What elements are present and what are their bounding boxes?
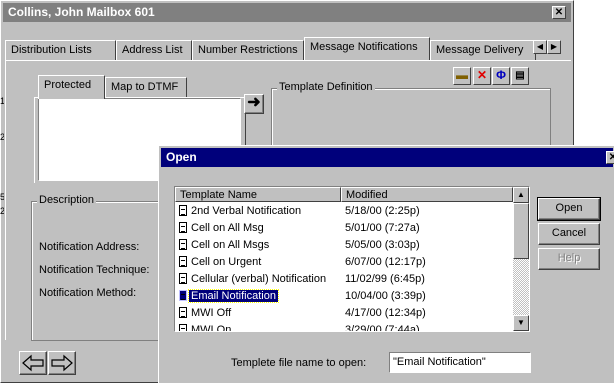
tab-message-notifications[interactable]: Message Notifications <box>304 37 430 60</box>
tab-label: Address List <box>122 44 183 56</box>
open-button-label: Open <box>555 202 583 214</box>
subtab-label: Protected <box>44 79 92 91</box>
notification-technique-label: Notification Technique: <box>39 264 150 276</box>
tab-label: Number Restrictions <box>198 44 298 56</box>
help-button-label: Help <box>557 252 581 264</box>
tab-label: Distribution Lists <box>11 44 92 56</box>
cancel-button-label: Cancel <box>551 227 587 239</box>
list-item[interactable]: Cellular (verbal) Notification 11/02/99 (… <box>179 271 425 287</box>
template-modified: 5/05/00 (3:03p) <box>345 239 420 251</box>
template-file-icon <box>179 222 187 233</box>
subtab-label: Map to DTMF <box>111 81 179 93</box>
forward-arrow-icon <box>51 354 73 372</box>
scroll-thumb[interactable] <box>513 203 529 259</box>
template-file-icon <box>179 239 187 250</box>
list-item[interactable]: Cell on All Msgs 5/05/00 (3:03p) <box>179 237 420 253</box>
notes-icon[interactable]: ▤ <box>511 67 529 85</box>
tab-address-list[interactable]: Address List <box>116 40 192 60</box>
template-modified: 5/18/00 (2:25p) <box>345 205 420 217</box>
open-dialog-title: Open <box>166 150 197 164</box>
list-item[interactable]: 2nd Verbal Notification 5/18/00 (2:25p) <box>179 203 420 219</box>
template-modified: 11/02/99 (6:45p) <box>345 273 425 285</box>
close-icon: ✕ <box>554 7 564 18</box>
template-name: MWI On <box>191 324 232 332</box>
template-file-icon <box>179 307 187 318</box>
margin-mark: 2 <box>0 132 4 142</box>
main-window-titlebar: Collins, John Mailbox 601 <box>3 3 571 22</box>
delete-x-icon[interactable]: ✕ <box>473 67 491 85</box>
template-name: Email Notification <box>188 289 279 303</box>
back-arrow-icon <box>22 354 44 372</box>
open-dialog-close-button[interactable]: ✕ <box>606 151 614 164</box>
filename-input[interactable]: "Email Notification" <box>389 352 531 373</box>
margin-mark: 5 <box>0 192 4 202</box>
template-name: MWI Off <box>191 307 232 319</box>
template-modified: 3/29/00 (7:44a) <box>345 324 420 332</box>
notification-method-label: Notification Method: <box>39 287 137 299</box>
scroll-down-button[interactable]: ▼ <box>513 315 529 331</box>
tab-message-delivery[interactable]: Message Delivery <box>430 40 536 60</box>
template-file-icon <box>179 273 187 284</box>
template-file-icon <box>179 324 187 331</box>
tab-number-restrictions[interactable]: Number Restrictions <box>192 40 304 60</box>
move-right-button[interactable]: ➜ <box>244 94 264 114</box>
template-name: Cell on All Msg <box>191 222 264 234</box>
list-item[interactable]: MWI On 3/29/00 (7:44a) <box>179 322 420 332</box>
open-folder-icon[interactable]: ▬ <box>453 67 471 85</box>
tab-label: Message Delivery <box>436 44 524 56</box>
help-button[interactable]: Help <box>538 248 600 270</box>
tab-strip: Distribution Lists Address List Number R… <box>5 37 551 60</box>
template-file-icon <box>179 256 187 267</box>
main-window-title: Collins, John Mailbox 601 <box>8 5 155 19</box>
template-modified: 6/07/00 (12:17p) <box>345 256 426 268</box>
list-item[interactable]: Cell on All Msg 5/01/00 (7:27a) <box>179 220 420 236</box>
template-name: Cell on All Msgs <box>191 239 270 251</box>
list-item[interactable]: Cell on Urgent 6/07/00 (12:17p) <box>179 254 426 270</box>
column-label: Template Name <box>180 189 258 201</box>
template-name: Cellular (verbal) Notification <box>191 273 327 285</box>
list-item[interactable]: MWI Off 4/17/00 (12:34p) <box>179 305 426 321</box>
notification-address-label: Notification Address: <box>39 241 140 253</box>
template-rows: 2nd Verbal Notification 5/18/00 (2:25p) Ce… <box>175 203 513 332</box>
filename-input-value: "Email Notification" <box>393 356 486 368</box>
subtab-protected[interactable]: Protected <box>38 75 105 99</box>
main-window-close-button[interactable]: ✕ <box>552 6 566 19</box>
filename-label: Templete file name to open: <box>231 357 367 369</box>
template-modified: 5/01/00 (7:27a) <box>345 222 420 234</box>
tab-scroll-left-button[interactable]: ◀ <box>533 40 547 54</box>
phi-icon[interactable]: Φ <box>492 67 510 85</box>
close-icon: ✕ <box>608 152 614 163</box>
column-header-modified[interactable]: Modified <box>341 187 513 202</box>
template-modified: 4/17/00 (12:34p) <box>345 307 426 319</box>
tab-label: Message Notifications <box>310 41 418 53</box>
template-name: 2nd Verbal Notification <box>191 205 302 217</box>
back-button[interactable] <box>19 351 47 375</box>
margin-mark: 2 <box>0 206 4 216</box>
template-definition-label: Template Definition <box>277 81 375 93</box>
tab-distribution-lists[interactable]: Distribution Lists <box>5 40 116 60</box>
column-label: Modified <box>346 189 388 201</box>
template-modified: 10/04/00 (3:39p) <box>345 290 426 302</box>
description-label: Description <box>37 194 97 206</box>
cancel-button[interactable]: Cancel <box>538 223 600 245</box>
open-dialog-titlebar: Open <box>161 148 613 167</box>
template-file-icon <box>179 290 187 301</box>
open-button[interactable]: Open <box>537 197 601 221</box>
scroll-up-button[interactable]: ▲ <box>513 187 529 203</box>
margin-mark: 1 <box>0 96 4 106</box>
open-dialog: Open ✕ Template Name Modified 2nd Verbal… <box>158 145 614 383</box>
subtab-map-to-dtmf[interactable]: Map to DTMF <box>105 77 187 97</box>
template-name: Cell on Urgent <box>191 256 262 268</box>
template-list[interactable]: Template Name Modified 2nd Verbal Notifi… <box>174 186 530 332</box>
tab-scroll-right-button[interactable]: ▶ <box>547 40 561 54</box>
forward-button[interactable] <box>48 351 76 375</box>
column-header-template-name[interactable]: Template Name <box>175 187 341 202</box>
template-file-icon <box>179 205 187 216</box>
list-item[interactable]: Email Notification 10/04/00 (3:39p) <box>179 288 426 304</box>
